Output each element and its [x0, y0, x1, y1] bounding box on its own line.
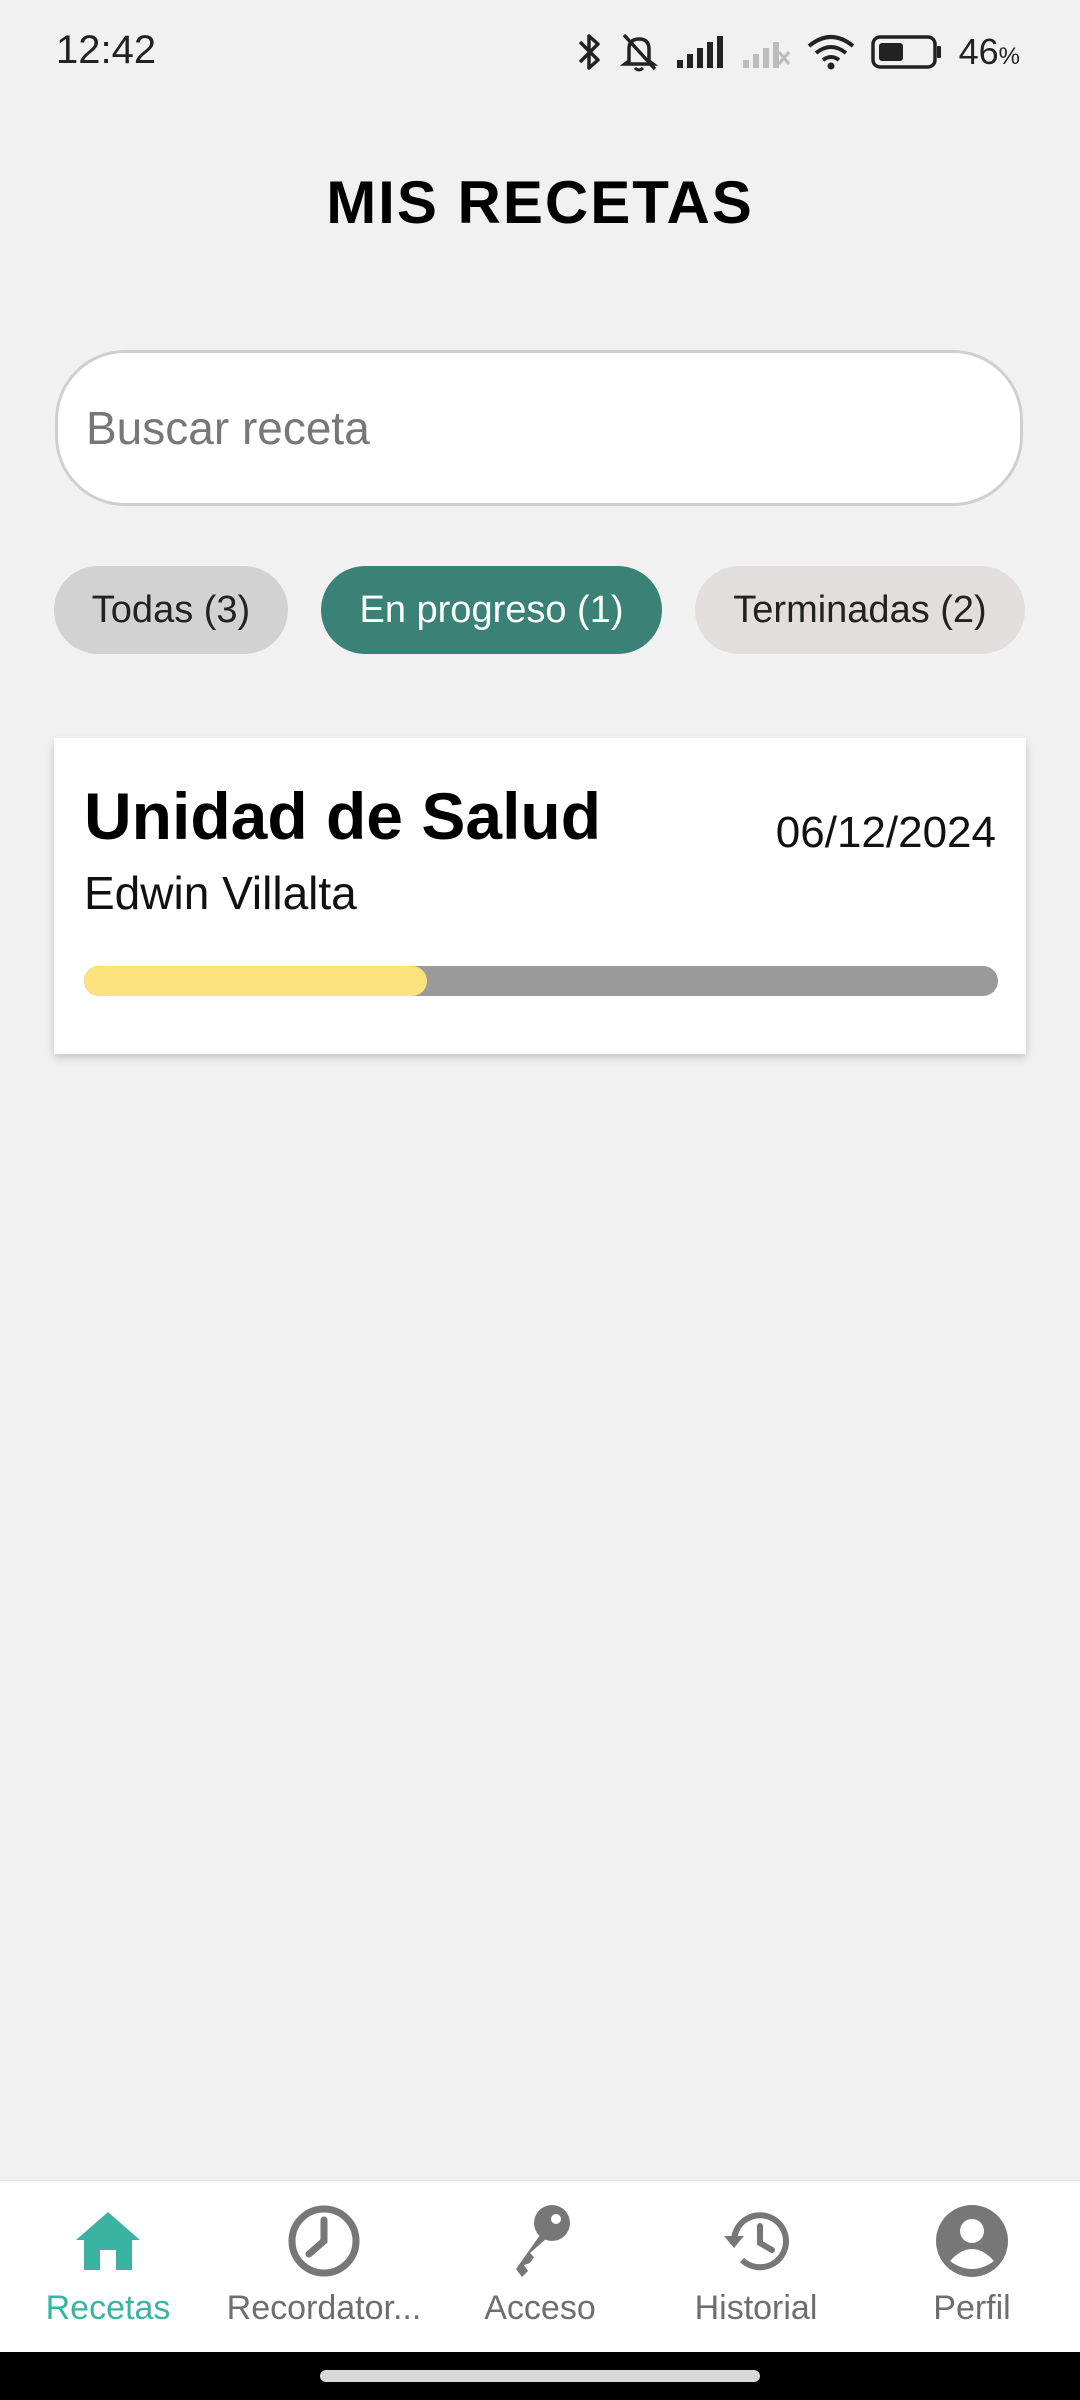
- battery-percent: 46%: [958, 31, 1020, 72]
- nav-label-historial: Historial: [694, 2289, 818, 2327]
- signal-x-icon: [741, 34, 791, 70]
- nav-item-recordatorios[interactable]: Recordator...: [216, 2181, 432, 2353]
- status-bar: 12:42 46%: [0, 0, 1080, 100]
- nav-item-recetas[interactable]: Recetas: [0, 2181, 216, 2353]
- nav-item-perfil[interactable]: Perfil: [864, 2181, 1080, 2353]
- recipe-progress-fill: [84, 966, 427, 996]
- filter-chips: Todas (3) En progreso (1) Terminadas (2): [0, 566, 1080, 654]
- battery-icon: [870, 34, 943, 70]
- profile-icon: [934, 2203, 1010, 2284]
- bottom-nav: Recetas Recordator... Acceso Historial P…: [0, 2180, 1080, 2353]
- recipe-doctor: Edwin Villalta: [84, 867, 357, 919]
- filter-in-progress-chip[interactable]: En progreso (1): [321, 566, 662, 654]
- home-indicator[interactable]: [320, 2370, 760, 2382]
- system-gesture-bar: [0, 2352, 1080, 2400]
- clock-icon: [287, 2204, 361, 2283]
- wifi-icon: [807, 34, 855, 70]
- home-icon: [74, 2210, 142, 2277]
- filter-all-chip[interactable]: Todas (3): [54, 566, 288, 654]
- recipe-date: 06/12/2024: [775, 808, 996, 857]
- filter-finished-chip[interactable]: Terminadas (2): [695, 566, 1025, 654]
- nav-label-recordatorios: Recordator...: [226, 2289, 422, 2327]
- history-icon: [720, 2208, 792, 2279]
- status-icons: 46%: [577, 24, 1020, 80]
- recipe-progress-bar: [84, 966, 998, 996]
- recipe-title: Unidad de Salud: [84, 779, 602, 853]
- signal-icon: [675, 34, 725, 70]
- key-icon: [506, 2201, 574, 2286]
- status-time: 12:42: [56, 28, 157, 72]
- bell-off-icon: [619, 31, 659, 73]
- page-title: MIS RECETAS: [326, 169, 754, 236]
- search-input[interactable]: [84, 400, 988, 456]
- nav-label-perfil: Perfil: [933, 2289, 1011, 2327]
- nav-label-recetas: Recetas: [45, 2289, 171, 2327]
- nav-item-acceso[interactable]: Acceso: [432, 2181, 648, 2353]
- bluetooth-icon: [577, 32, 603, 72]
- recipe-card[interactable]: Unidad de Salud Edwin Villalta 06/12/202…: [54, 738, 1026, 1054]
- search-box[interactable]: [55, 350, 1023, 506]
- nav-label-acceso: Acceso: [484, 2289, 596, 2327]
- nav-item-historial[interactable]: Historial: [648, 2181, 864, 2353]
